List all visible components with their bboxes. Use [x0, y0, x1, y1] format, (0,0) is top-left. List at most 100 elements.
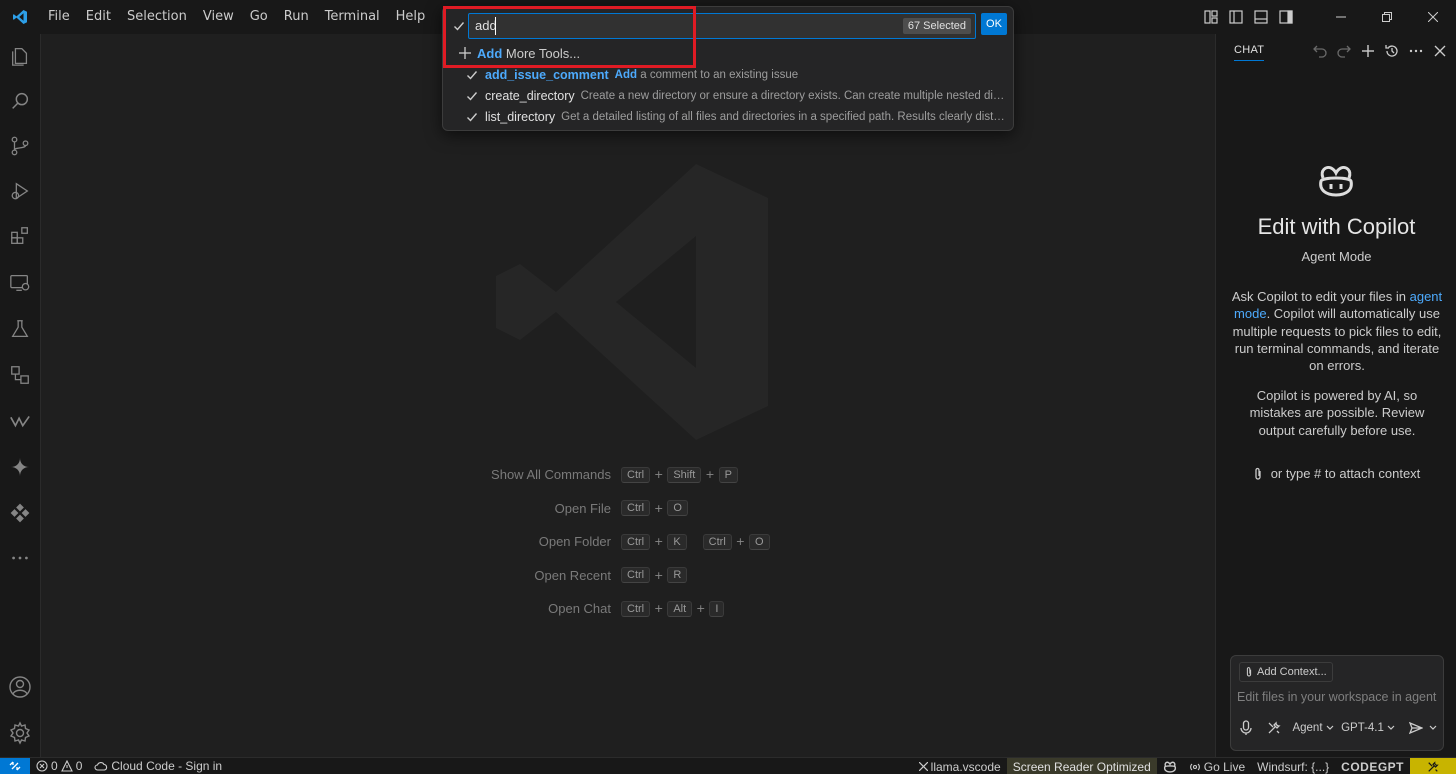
add-context-button[interactable]: Add Context...: [1239, 662, 1333, 682]
tools-filter-input[interactable]: add 67 Selected: [468, 13, 976, 39]
windsurf-icon[interactable]: [0, 401, 40, 441]
shortcut-label: Open Chat: [548, 601, 611, 617]
windsurf-status[interactable]: Windsurf: {...}: [1251, 758, 1335, 774]
customize-layout-icon[interactable]: [1198, 0, 1223, 34]
tab-chat[interactable]: CHAT: [1234, 44, 1265, 61]
paperclip-icon: [1246, 667, 1252, 677]
tools-filter-value: add: [475, 18, 497, 33]
menu-go[interactable]: Go: [242, 0, 276, 34]
codegpt-status[interactable]: CODEGPT: [1335, 758, 1410, 774]
notifications-icon[interactable]: [1410, 758, 1456, 774]
selected-count-badge: 67 Selected: [902, 18, 971, 34]
chat-input-box[interactable]: Add Context... Edit files in your worksp…: [1230, 655, 1444, 751]
editor-area: Show All Commands Ctrl + Shift + P Open …: [41, 34, 1214, 757]
more-actions-icon[interactable]: [1405, 40, 1427, 62]
key-cap: O: [749, 533, 770, 550]
minimize-icon[interactable]: [1318, 0, 1364, 34]
menu-edit[interactable]: Edit: [78, 0, 119, 34]
text-caret: [495, 17, 496, 35]
mode-label: Agent: [1292, 722, 1323, 734]
chevron-down-icon: [1387, 725, 1395, 730]
shortcut-label: Open Recent: [534, 567, 611, 583]
testing-icon[interactable]: [0, 309, 40, 349]
error-icon: [36, 760, 48, 772]
shortcut-row: Open Folder Ctrl + K Ctrl + O: [421, 525, 821, 559]
problems-indicator[interactable]: 0 0: [30, 758, 88, 774]
shortcut-label: Show All Commands: [491, 467, 611, 483]
toggle-secondary-sidebar-icon[interactable]: [1273, 0, 1298, 34]
explorer-icon[interactable]: [0, 36, 40, 76]
menu-terminal[interactable]: Terminal: [317, 0, 388, 34]
title-bar-controls: [1198, 0, 1456, 34]
gemini-icon[interactable]: [0, 447, 40, 487]
tool-item[interactable]: create_directory Create a new directory …: [465, 86, 1005, 106]
vscode-watermark-logo: [496, 164, 768, 444]
toggle-panel-icon[interactable]: [1248, 0, 1273, 34]
history-icon[interactable]: [1381, 40, 1403, 62]
tool-desc-highlight: Add: [614, 69, 638, 81]
cloud-code-status[interactable]: Cloud Code - Sign in: [88, 758, 228, 774]
key-plus: +: [654, 501, 664, 515]
tools-icon[interactable]: [1261, 717, 1287, 739]
copilot-status-icon[interactable]: [1157, 758, 1183, 774]
go-live-button[interactable]: Go Live: [1183, 758, 1251, 774]
redo-icon[interactable]: [1333, 40, 1355, 62]
checkbox-checked-icon[interactable]: [465, 89, 479, 103]
run-debug-icon[interactable]: [0, 171, 40, 211]
search-icon[interactable]: [0, 81, 40, 121]
tool-item[interactable]: list_directory Get a detailed listing of…: [465, 107, 1005, 127]
menu-file[interactable]: File: [40, 0, 78, 34]
add-more-tools-item[interactable]: Add More Tools...: [459, 44, 580, 62]
llama-status[interactable]: llama.vscode: [913, 758, 1007, 774]
menu-selection[interactable]: Selection: [119, 0, 195, 34]
close-panel-icon[interactable]: [1429, 40, 1451, 62]
chat-panel: CHAT Edit with Copilot Agent Mode Ask Co…: [1215, 34, 1456, 757]
tool-item[interactable]: add_issue_comment Add a comment to an ex…: [465, 65, 1005, 85]
shortcut-row: Open File Ctrl + O: [421, 492, 821, 526]
send-button[interactable]: [1397, 717, 1437, 739]
shortcut-label: Open Folder: [538, 534, 611, 550]
key-plus: +: [654, 568, 664, 582]
chat-input-placeholder[interactable]: Edit files in your workspace in agent: [1237, 690, 1443, 704]
add-more-highlight: Add: [477, 45, 503, 61]
menu-help[interactable]: Help: [388, 0, 434, 34]
checkbox-checked-icon[interactable]: [465, 68, 479, 82]
remote-explorer-icon[interactable]: [0, 263, 40, 303]
warning-count: 0: [75, 759, 83, 773]
tool-name: create_directory: [485, 89, 575, 103]
key-cap: Ctrl: [621, 533, 651, 550]
microphone-icon[interactable]: [1231, 717, 1261, 739]
select-all-checkbox[interactable]: [451, 18, 467, 34]
mode-picker[interactable]: Agent: [1287, 717, 1339, 739]
shortcut-row: Open Chat Ctrl + Alt + I: [421, 592, 821, 626]
menu-bar: File Edit Selection View Go Run Terminal…: [40, 0, 433, 34]
menu-run[interactable]: Run: [276, 0, 317, 34]
new-chat-icon[interactable]: [1357, 40, 1379, 62]
tool-description: a comment to an existing issue: [640, 69, 799, 81]
settings-icon[interactable]: [0, 713, 40, 753]
key-plus: +: [654, 602, 664, 616]
model-picker[interactable]: GPT-4.1: [1339, 717, 1397, 739]
paperclip-icon: [1255, 467, 1261, 480]
attach-hint: or type # to attach context: [1216, 466, 1456, 481]
ok-button[interactable]: OK: [981, 13, 1007, 35]
codegpt-icon[interactable]: [0, 493, 40, 533]
close-window-icon[interactable]: [1410, 0, 1456, 34]
checkbox-checked-icon[interactable]: [465, 110, 479, 124]
more-icon[interactable]: [0, 538, 40, 578]
toggle-primary-sidebar-icon[interactable]: [1223, 0, 1248, 34]
chat-subtitle: Agent Mode: [1301, 249, 1372, 264]
source-control-icon[interactable]: [0, 126, 40, 166]
key-cap: I: [709, 600, 725, 617]
extensions-icon[interactable]: [0, 216, 40, 256]
add-more-label: More Tools...: [505, 45, 581, 61]
account-icon[interactable]: [0, 667, 40, 707]
menu-view[interactable]: View: [195, 0, 242, 34]
undo-icon[interactable]: [1309, 40, 1331, 62]
restore-icon[interactable]: [1364, 0, 1410, 34]
containers-icon[interactable]: [0, 355, 40, 395]
key-cap: Shift: [667, 466, 702, 483]
remote-indicator-icon[interactable]: [0, 757, 30, 774]
model-label: GPT-4.1: [1341, 722, 1384, 734]
screen-reader-status[interactable]: Screen Reader Optimized: [1006, 758, 1157, 774]
